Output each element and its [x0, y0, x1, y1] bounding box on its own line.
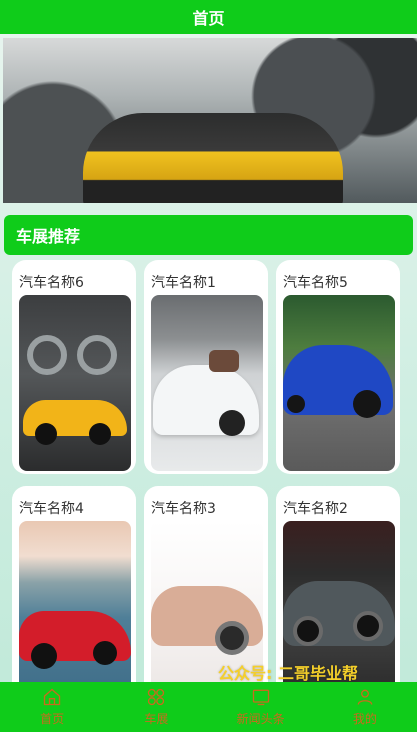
car-card[interactable]: 汽车名称6 [12, 260, 136, 474]
car-name: 汽车名称1 [151, 275, 216, 291]
nav-item-news[interactable]: 新闻头条 [209, 682, 313, 732]
car-name: 汽车名称5 [283, 275, 348, 291]
car-photo [151, 295, 263, 471]
car-name: 汽车名称6 [19, 275, 84, 291]
car-card[interactable]: 汽车名称5 [276, 260, 400, 474]
news-icon [252, 689, 269, 706]
section-title-text: 车展推荐 [16, 227, 81, 246]
nav-label: 首页 [40, 712, 65, 726]
nav-label: 车展 [144, 712, 169, 726]
car-card[interactable]: 汽车名称4 [12, 486, 136, 700]
person-icon [357, 689, 373, 705]
page-header: 首页 [0, 0, 417, 34]
car-photo [19, 295, 131, 471]
nav-label: 新闻头条 [236, 712, 285, 726]
watermark-text: 公众号: 二哥毕业帮 [218, 664, 358, 683]
car-photo [283, 295, 395, 471]
nav-item-auto-show[interactable]: 车展 [104, 682, 208, 732]
grid-icon [148, 688, 165, 706]
nav-item-mine[interactable]: 我的 [313, 682, 417, 732]
page-title: 首页 [192, 9, 225, 28]
banner-carousel[interactable] [3, 38, 417, 203]
car-name: 汽车名称3 [151, 501, 216, 517]
bottom-nav: 首页 车展 新闻头条 我的 [0, 682, 417, 732]
car-name: 汽车名称2 [283, 501, 348, 517]
car-card[interactable]: 汽车名称1 [144, 260, 268, 474]
car-grid: 汽车名称6 汽车名称1 汽车名称5 汽车名称4 汽车名称3 汽车名称2 [12, 260, 408, 700]
nav-item-home[interactable]: 首页 [0, 682, 104, 732]
section-title: 车展推荐 [4, 215, 413, 255]
car-photo [19, 521, 131, 697]
car-name: 汽车名称4 [19, 501, 84, 517]
home-icon [43, 688, 61, 706]
nav-label: 我的 [352, 712, 377, 726]
banner-car-image [83, 113, 343, 203]
